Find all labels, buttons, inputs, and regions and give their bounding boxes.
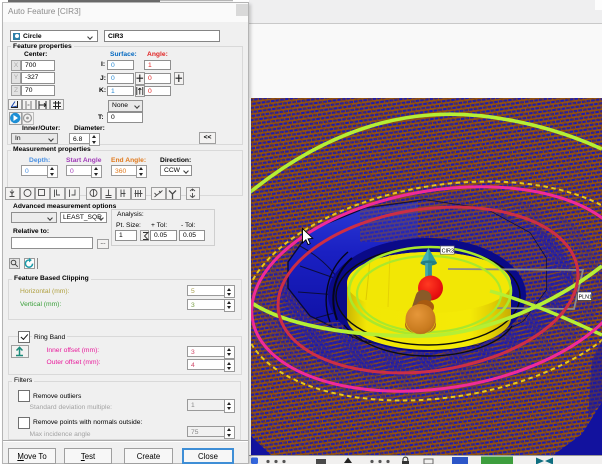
svg-text:PLN1: PLN1: [579, 295, 593, 301]
svg-text:CIR3: CIR3: [442, 248, 454, 254]
